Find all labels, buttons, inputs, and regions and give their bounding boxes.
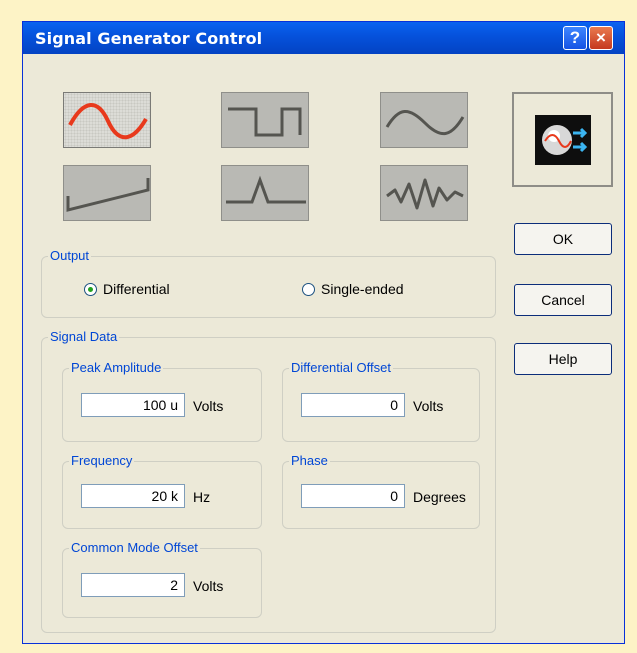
phase-group: Phase 0 Degrees: [282, 453, 480, 529]
signal-data-group: Signal Data Peak Amplitude 100 u Volts D…: [41, 329, 496, 633]
common-mode-offset-input[interactable]: 2: [81, 573, 185, 597]
triangle-wave-button[interactable]: [380, 92, 468, 148]
signal-generator-dialog: Signal Generator Control ? × OK Cancel H…: [22, 21, 625, 644]
pulse-wave-icon: [226, 175, 306, 204]
title-bar[interactable]: Signal Generator Control ? ×: [23, 22, 624, 54]
common-mode-offset-unit: Volts: [193, 578, 224, 594]
signal-generator-icon: [535, 115, 591, 165]
frequency-label: Frequency: [69, 453, 135, 468]
peak-amplitude-unit: Volts: [193, 398, 224, 414]
signal-data-group-label: Signal Data: [48, 329, 120, 344]
arbitrary-wave-button[interactable]: [380, 165, 468, 221]
square-wave-icon: [228, 107, 302, 137]
window-title: Signal Generator Control: [35, 29, 263, 48]
arbitrary-wave-icon: [386, 178, 464, 210]
sine-wave-icon: [68, 103, 148, 140]
cancel-button[interactable]: Cancel: [514, 284, 612, 316]
ok-button[interactable]: OK: [514, 223, 612, 255]
square-wave-button[interactable]: [221, 92, 309, 148]
differential-offset-label: Differential Offset: [289, 360, 393, 375]
output-group-label: Output: [48, 248, 92, 263]
close-icon[interactable]: ×: [589, 26, 613, 50]
differential-offset-input[interactable]: 0: [301, 393, 405, 417]
frequency-unit: Hz: [193, 489, 211, 505]
common-mode-offset-group: Common Mode Offset 2 Volts: [62, 540, 262, 618]
differential-radio[interactable]: [84, 283, 97, 296]
peak-amplitude-label: Peak Amplitude: [69, 360, 164, 375]
differential-offset-group: Differential Offset 0 Volts: [282, 360, 480, 442]
waveform-preview: [512, 92, 613, 187]
help-icon[interactable]: ?: [563, 26, 587, 50]
frequency-group: Frequency 20 k Hz: [62, 453, 262, 529]
single-ended-radio[interactable]: [302, 283, 315, 296]
help-button[interactable]: Help: [514, 343, 612, 375]
sawtooth-wave-button[interactable]: [63, 165, 151, 221]
phase-label: Phase: [289, 453, 330, 468]
phase-unit: Degrees: [413, 489, 466, 505]
single-ended-label[interactable]: Single-ended: [321, 281, 404, 297]
differential-label[interactable]: Differential: [103, 281, 170, 297]
frequency-input[interactable]: 20 k: [81, 484, 185, 508]
pulse-wave-button[interactable]: [221, 165, 309, 221]
triangle-wave-icon: [385, 110, 465, 135]
sawtooth-wave-icon: [66, 178, 150, 212]
differential-offset-unit: Volts: [413, 398, 444, 414]
phase-input[interactable]: 0: [301, 484, 405, 508]
output-group: Output Differential Single-ended: [41, 248, 496, 318]
peak-amplitude-group: Peak Amplitude 100 u Volts: [62, 360, 262, 442]
sine-wave-button[interactable]: [63, 92, 151, 148]
peak-amplitude-input[interactable]: 100 u: [81, 393, 185, 417]
common-mode-offset-label: Common Mode Offset: [69, 540, 200, 555]
